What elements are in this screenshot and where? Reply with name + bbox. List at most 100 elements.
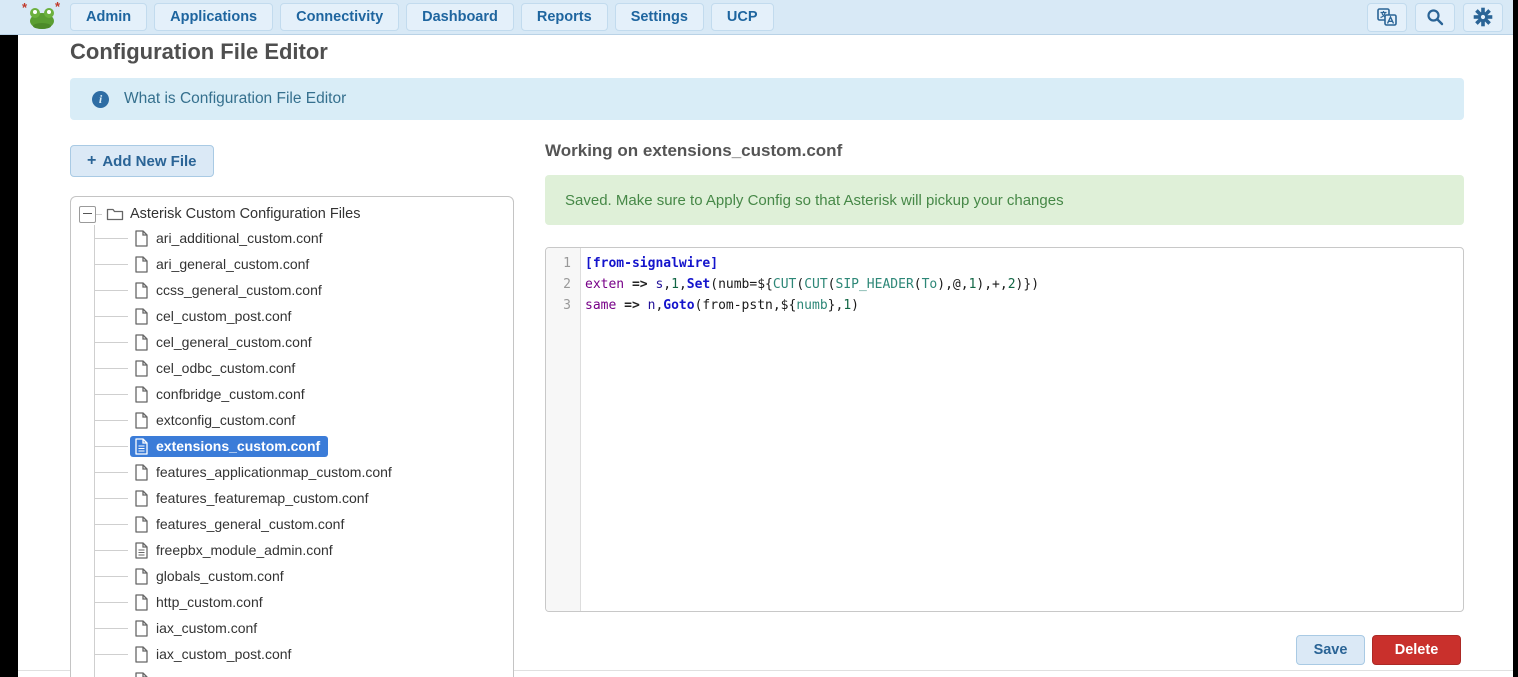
tree-item-features_general_custom.conf[interactable]: features_general_custom.conf	[95, 511, 513, 537]
tree-item[interactable]	[95, 667, 513, 677]
tree-item-http_custom.conf[interactable]: http_custom.conf	[95, 589, 513, 615]
line-number: 1	[546, 253, 580, 274]
tree-item-ari_additional_custom.conf[interactable]: ari_additional_custom.conf	[95, 225, 513, 251]
translate-button[interactable]	[1367, 3, 1407, 32]
tree-item-globals_custom.conf[interactable]: globals_custom.conf	[95, 563, 513, 589]
logo-star-icon: *	[55, 2, 60, 12]
tree-item-ari_general_custom.conf[interactable]: ari_general_custom.conf	[95, 251, 513, 277]
code-lines: 1[from-signalwire]2exten => s,1,Set(numb…	[546, 248, 1463, 316]
tree-root-node[interactable]: Asterisk Custom Configuration Files	[79, 203, 513, 225]
tree-item-label: cel_odbc_custom.conf	[156, 360, 295, 376]
code-editor[interactable]: 1[from-signalwire]2exten => s,1,Set(numb…	[545, 247, 1464, 612]
tree-item-label: extensions_custom.conf	[156, 438, 320, 454]
code-line: 1[from-signalwire]	[546, 253, 1463, 274]
tree-item-extensions_custom.conf[interactable]: extensions_custom.conf	[95, 433, 513, 459]
collapse-toggle-icon[interactable]	[79, 206, 96, 223]
code-text: same => n,Goto(from-pstn,${numb},1)	[580, 295, 859, 316]
nav-item-admin[interactable]: Admin	[70, 3, 147, 31]
info-icon: i	[92, 91, 109, 108]
tree-item-features_featuremap_custom.conf[interactable]: features_featuremap_custom.conf	[95, 485, 513, 511]
line-number: 2	[546, 274, 580, 295]
freepbx-logo[interactable]: * *	[22, 2, 62, 32]
file-icon	[134, 620, 149, 637]
config-file-tree: Asterisk Custom Configuration Files ari_…	[70, 196, 514, 677]
tree-item-cel_general_custom.conf[interactable]: cel_general_custom.conf	[95, 329, 513, 355]
translate-icon	[1377, 8, 1397, 26]
tree-item-features_applicationmap_custom.conf[interactable]: features_applicationmap_custom.conf	[95, 459, 513, 485]
tree-item-label: confbridge_custom.conf	[156, 386, 305, 402]
tree-item-label: globals_custom.conf	[156, 568, 284, 584]
nav-item-connectivity[interactable]: Connectivity	[280, 3, 399, 31]
logo-star-icon: *	[22, 3, 27, 13]
tree-item-extconfig_custom.conf[interactable]: extconfig_custom.conf	[95, 407, 513, 433]
tree-item-label: features_featuremap_custom.conf	[156, 490, 368, 506]
file-icon	[134, 230, 149, 247]
nav-item-settings[interactable]: Settings	[615, 3, 704, 31]
tree-item-label: cel_general_custom.conf	[156, 334, 312, 350]
file-icon	[134, 412, 149, 429]
search-icon	[1426, 8, 1444, 26]
info-banner-text: What is Configuration File Editor	[124, 90, 346, 108]
file-icon	[134, 360, 149, 377]
nav-item-reports[interactable]: Reports	[521, 3, 608, 31]
search-button[interactable]	[1415, 3, 1455, 32]
info-banner[interactable]: i What is Configuration File Editor	[70, 78, 1464, 120]
file-icon	[134, 334, 149, 351]
nav-item-dashboard[interactable]: Dashboard	[406, 3, 514, 31]
working-on-heading: Working on extensions_custom.conf	[545, 141, 842, 161]
file-icon	[134, 568, 149, 585]
main-menu: AdminApplicationsConnectivityDashboardRe…	[70, 3, 774, 31]
code-line: 3same => n,Goto(from-pstn,${numb},1)	[546, 295, 1463, 316]
tree-item-cel_odbc_custom.conf[interactable]: cel_odbc_custom.conf	[95, 355, 513, 381]
file-icon	[134, 282, 149, 299]
file-icon	[134, 594, 149, 611]
success-banner-text: Saved. Make sure to Apply Config so that…	[565, 192, 1064, 209]
tree-item-label: iax_custom.conf	[156, 620, 257, 636]
nav-item-ucp[interactable]: UCP	[711, 3, 774, 31]
main-content: Configuration File Editor i What is Conf…	[18, 35, 1513, 677]
file-icon	[134, 646, 149, 663]
tree-item-confbridge_custom.conf[interactable]: confbridge_custom.conf	[95, 381, 513, 407]
code-text: exten => s,1,Set(numb=${CUT(CUT(SIP_HEAD…	[580, 274, 1039, 295]
page-title: Configuration File Editor	[70, 39, 328, 65]
settings-button[interactable]	[1463, 3, 1503, 32]
tree-item-ccss_general_custom.conf[interactable]: ccss_general_custom.conf	[95, 277, 513, 303]
code-line: 2exten => s,1,Set(numb=${CUT(CUT(SIP_HEA…	[546, 274, 1463, 295]
nav-item-applications[interactable]: Applications	[154, 3, 273, 31]
plus-icon: +	[87, 152, 96, 170]
folder-icon	[106, 207, 124, 222]
file-icon	[134, 672, 149, 677]
tree-item-freepbx_module_admin.conf[interactable]: freepbx_module_admin.conf	[95, 537, 513, 563]
tree-item-label: ari_general_custom.conf	[156, 256, 309, 272]
file-icon	[134, 464, 149, 481]
file-text-icon	[134, 542, 149, 559]
tree-item-label: cel_custom_post.conf	[156, 308, 291, 324]
tree-root-label: Asterisk Custom Configuration Files	[130, 206, 360, 222]
add-new-file-button[interactable]: + Add New File	[70, 145, 214, 177]
tree-item-iax_custom.conf[interactable]: iax_custom.conf	[95, 615, 513, 641]
tree-item-cel_custom_post.conf[interactable]: cel_custom_post.conf	[95, 303, 513, 329]
freepbx-window: * * AdminApplicationsConnectivityDashboa…	[0, 0, 1518, 677]
add-new-file-label: Add New File	[102, 153, 196, 170]
tree-item-label: extconfig_custom.conf	[156, 412, 295, 428]
window-right-edge	[1513, 0, 1518, 677]
tree-item-label: ari_additional_custom.conf	[156, 230, 323, 246]
tree-item-label: iax_custom_post.conf	[156, 646, 291, 662]
success-banner: Saved. Make sure to Apply Config so that…	[545, 175, 1464, 225]
file-icon	[134, 386, 149, 403]
top-navbar: * * AdminApplicationsConnectivityDashboa…	[0, 0, 1513, 35]
tree-item-label: freepbx_module_admin.conf	[156, 542, 333, 558]
save-button[interactable]: Save	[1296, 635, 1365, 665]
tree-item-label: ccss_general_custom.conf	[156, 282, 322, 298]
code-text: [from-signalwire]	[580, 253, 718, 274]
file-icon	[134, 490, 149, 507]
navbar-right-tools	[1367, 3, 1503, 32]
delete-button[interactable]: Delete	[1372, 635, 1461, 665]
tree-item-iax_custom_post.conf[interactable]: iax_custom_post.conf	[95, 641, 513, 667]
tree-item-label: http_custom.conf	[156, 594, 263, 610]
tree-item-label: features_general_custom.conf	[156, 516, 344, 532]
file-text-icon	[134, 438, 149, 455]
gear-icon	[1473, 7, 1493, 27]
file-icon	[134, 308, 149, 325]
tree-item-list: ari_additional_custom.conf ari_general_c…	[94, 225, 513, 677]
